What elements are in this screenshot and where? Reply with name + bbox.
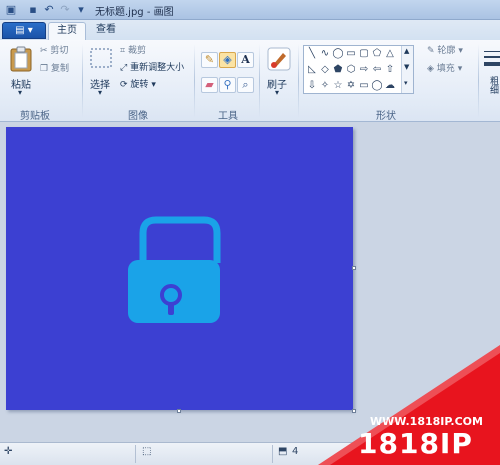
shapes-scrollbar[interactable]: ▲ ▼ ▾ (401, 46, 413, 93)
copy-button[interactable]: ❐ 复制 (40, 63, 69, 75)
eraser-icon: ▰ (205, 78, 214, 91)
save-icon[interactable]: ▪ (26, 3, 40, 17)
file-menu-button[interactable]: ▤ ▾ (2, 22, 46, 39)
size-button[interactable]: 粗细 (482, 44, 500, 102)
fill-tool[interactable]: ◈ (219, 52, 236, 68)
down-arrow-shape-icon[interactable]: ⇩ (306, 80, 318, 92)
fill-icon: ◈ (427, 64, 434, 74)
magnifier-icon: ⌕ (242, 78, 249, 91)
shapes-group-label: 形状 (376, 111, 396, 122)
chevron-down-icon: ▾ (98, 88, 103, 97)
tab-view[interactable]: 查看 (88, 22, 124, 40)
rotate-button[interactable]: ⟳ 旋转 ▾ (120, 79, 156, 91)
polygon-shape-icon[interactable]: ⬠ (371, 48, 383, 60)
paste-button[interactable]: 粘贴 ▾ (6, 44, 36, 102)
copy-icon: ❐ (40, 64, 49, 74)
window-title: 无标题.jpg - 画图 (95, 7, 174, 18)
outline-icon: ✎ (427, 46, 435, 56)
paint-bucket-icon: ◈ (223, 53, 232, 66)
ribbon: 粘贴 ▾ ✂ 剪切 ❐ 复制 剪贴板 选择 ▾ ⌗ 裁剪 ⤢ 重新调整大小 ⟳ … (0, 40, 500, 122)
resize-button[interactable]: ⤢ 重新调整大小 (120, 62, 184, 74)
image-size-icon: ⬒ (278, 446, 288, 457)
ribbon-tabs: ▤ ▾ 主页 查看 (0, 20, 500, 40)
undo-icon[interactable]: ↶ (42, 3, 56, 17)
chevron-down-icon: ▾ (18, 88, 23, 97)
rounded-callout-shape-icon[interactable]: ▭ (358, 80, 370, 92)
pentagon-shape-icon[interactable]: ⬟ (332, 64, 344, 76)
line-thickness-icon (484, 51, 500, 66)
clipboard-icon (10, 46, 32, 72)
fill-button[interactable]: ◈ 填充 ▾ (427, 63, 462, 75)
pencil-icon: ✎ (204, 53, 215, 66)
hexagon-shape-icon[interactable]: ⬡ (345, 64, 357, 76)
scissors-icon: ✂ (40, 46, 48, 56)
redo-icon[interactable]: ↷ (58, 3, 72, 17)
color-picker-tool[interactable]: ⚲ (219, 77, 236, 93)
oval-shape-icon[interactable]: ◯ (332, 48, 344, 60)
brushes-button[interactable]: 刷子 ▾ (264, 44, 294, 102)
group-separator (298, 44, 299, 118)
paint-app-icon[interactable]: ▣ (4, 3, 18, 17)
curve-shape-icon[interactable]: ∿ (319, 48, 331, 60)
select-button[interactable]: 选择 ▾ (88, 44, 116, 102)
rounded-rectangle-shape-icon[interactable]: ▢ (358, 48, 370, 60)
title-bar: ▣ ▪ ↶ ↷ ▾ 无标题.jpg - 画图 (0, 0, 500, 20)
status-divider (135, 445, 136, 463)
brush-icon (267, 47, 291, 71)
status-divider (272, 445, 273, 463)
expand-gallery-icon[interactable]: ▾ (404, 79, 408, 87)
resize-handle-right[interactable] (352, 266, 356, 270)
resize-handle-bottom[interactable] (177, 409, 181, 413)
rectangle-shape-icon[interactable]: ▭ (345, 48, 357, 60)
image-group-label: 图像 (128, 111, 148, 122)
pencil-tool[interactable]: ✎ (201, 52, 218, 68)
crop-icon: ⌗ (120, 46, 126, 56)
line-shape-icon[interactable]: ╲ (306, 48, 318, 60)
oval-callout-shape-icon[interactable]: ◯ (371, 80, 383, 92)
diamond-shape-icon[interactable]: ◇ (319, 64, 331, 76)
chevron-down-icon: ▾ (275, 88, 280, 97)
group-separator (194, 44, 195, 118)
resize-icon: ⤢ (120, 63, 128, 73)
crop-button[interactable]: ⌗ 裁剪 (120, 45, 146, 57)
magnifier-tool[interactable]: ⌕ (237, 77, 254, 93)
tools-group-label: 工具 (218, 111, 238, 122)
text-icon: A (241, 53, 250, 66)
cut-button[interactable]: ✂ 剪切 (40, 45, 68, 57)
shapes-list: ╲ ∿ ◯ ▭ ▢ ⬠ △ ◺ ◇ ⬟ ⬡ ⇨ ⇦ ⇧ ⇩ ✧ ☆ ✡ ▭ ◯ … (303, 45, 414, 94)
left-arrow-shape-icon[interactable]: ⇦ (371, 64, 383, 76)
watermark-brand: 1818IP (358, 427, 473, 460)
chevron-down-icon: ▾ (151, 80, 156, 90)
cloud-callout-shape-icon[interactable]: ☁ (384, 80, 396, 92)
eyedropper-icon: ⚲ (223, 78, 232, 91)
scroll-down-icon[interactable]: ▼ (404, 63, 409, 71)
rotate-icon: ⟳ (120, 80, 128, 90)
watermark: WWW.1818IP.COM 1818IP (300, 345, 500, 465)
six-point-star-shape-icon[interactable]: ✡ (345, 80, 357, 92)
group-separator (478, 44, 479, 118)
tab-home[interactable]: 主页 (48, 22, 86, 40)
four-point-star-shape-icon[interactable]: ✧ (319, 80, 331, 92)
selection-rect-icon (90, 48, 112, 68)
quick-access-dropdown-icon[interactable]: ▾ (74, 3, 88, 17)
group-separator (82, 44, 83, 118)
eraser-tool[interactable]: ▰ (201, 77, 218, 93)
up-arrow-shape-icon[interactable]: ⇧ (384, 64, 396, 76)
size-label: 粗细 (488, 76, 498, 94)
selection-size-icon: ⬚ (142, 446, 152, 457)
cursor-position-icon: ✛ (4, 446, 13, 457)
chevron-down-icon: ▾ (457, 64, 463, 74)
right-triangle-shape-icon[interactable]: ◺ (306, 64, 318, 76)
triangle-shape-icon[interactable]: △ (384, 48, 396, 60)
chevron-down-icon: ▾ (458, 46, 463, 56)
right-arrow-shape-icon[interactable]: ⇨ (358, 64, 370, 76)
scroll-up-icon[interactable]: ▲ (404, 47, 409, 55)
text-tool[interactable]: A (237, 52, 254, 68)
outline-button[interactable]: ✎ 轮廓 ▾ (427, 45, 463, 57)
five-point-star-shape-icon[interactable]: ☆ (332, 80, 344, 92)
group-separator (259, 44, 260, 118)
clipboard-group-label: 剪贴板 (20, 111, 50, 122)
image-size-text: 4 (292, 446, 299, 457)
